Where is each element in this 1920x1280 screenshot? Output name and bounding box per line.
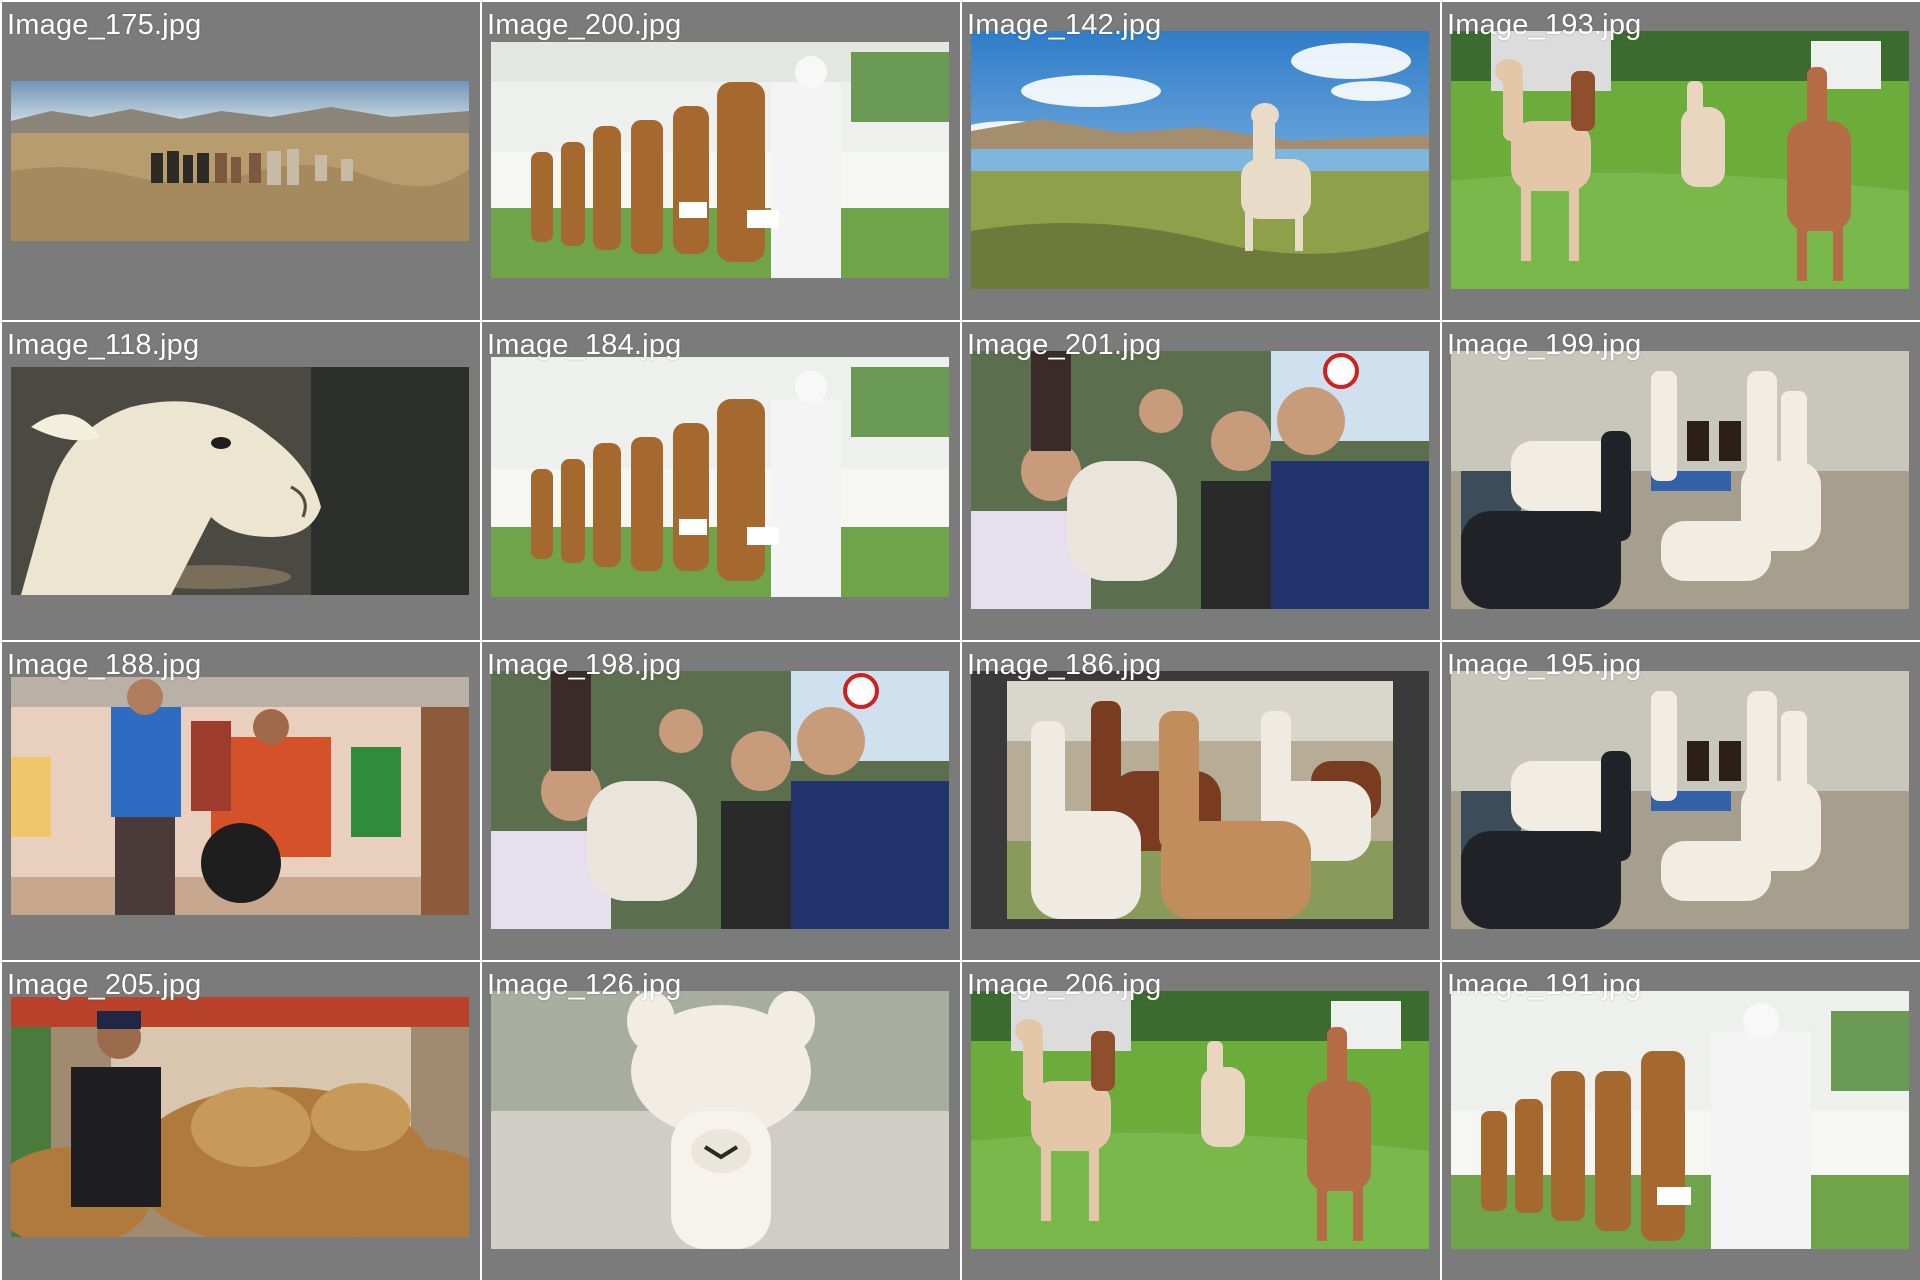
image-filename: Image_126.jpg	[487, 969, 682, 1001]
gallery-tile[interactable]: Image_188.jpg	[2, 642, 480, 960]
thumbnail-alpaca-group	[971, 671, 1429, 929]
gallery-tile[interactable]: Image_199.jpg	[1442, 322, 1920, 640]
thumbnail-crowd	[491, 671, 949, 929]
image-filename: Image_195.jpg	[1447, 649, 1642, 681]
thumbnail-show-ring	[491, 357, 949, 597]
gallery-tile[interactable]: Image_201.jpg	[962, 322, 1440, 640]
gallery-tile[interactable]: Image_200.jpg	[482, 2, 960, 320]
gallery-tile[interactable]: Image_142.jpg	[962, 2, 1440, 320]
image-filename: Image_199.jpg	[1447, 329, 1642, 361]
thumbnail-wool-market	[11, 997, 469, 1237]
image-filename: Image_201.jpg	[967, 329, 1162, 361]
gallery-tile[interactable]: Image_205.jpg	[2, 962, 480, 1280]
image-filename: Image_142.jpg	[967, 9, 1162, 41]
thumbnail-fluffy-alpaca	[491, 991, 949, 1249]
image-filename: Image_205.jpg	[7, 969, 202, 1001]
thumbnail-lake-landscape	[971, 31, 1429, 289]
thumbnail-herd-plains	[11, 81, 469, 241]
thumbnail-barn	[1451, 351, 1909, 609]
image-filename: Image_188.jpg	[7, 649, 202, 681]
image-filename: Image_200.jpg	[487, 9, 682, 41]
gallery-tile[interactable]: Image_206.jpg	[962, 962, 1440, 1280]
gallery-tile[interactable]: Image_198.jpg	[482, 642, 960, 960]
image-filename: Image_191.jpg	[1447, 969, 1642, 1001]
gallery-tile[interactable]: Image_191.jpg	[1442, 962, 1920, 1280]
thumbnail-green-pasture	[1451, 31, 1909, 289]
image-filename: Image_198.jpg	[487, 649, 682, 681]
thumbnail-barn	[1451, 671, 1909, 929]
gallery-tile[interactable]: Image_186.jpg	[962, 642, 1440, 960]
thumbnail-crowd	[971, 351, 1429, 609]
gallery-tile[interactable]: Image_184.jpg	[482, 322, 960, 640]
thumbnail-alpaca-closeup	[11, 367, 469, 595]
image-filename: Image_118.jpg	[7, 329, 200, 361]
thumbnail-show-ring	[1451, 991, 1909, 1249]
image-filename: Image_175.jpg	[7, 9, 202, 41]
thumbnail-weavers	[11, 677, 469, 915]
gallery-tile[interactable]: Image_195.jpg	[1442, 642, 1920, 960]
gallery-tile[interactable]: Image_175.jpg	[2, 2, 480, 320]
gallery-tile[interactable]: Image_118.jpg	[2, 322, 480, 640]
image-gallery-grid: Image_175.jpg Image_200.jpg Image_142.jp…	[0, 0, 1920, 1280]
gallery-tile[interactable]: Image_126.jpg	[482, 962, 960, 1280]
gallery-tile[interactable]: Image_193.jpg	[1442, 2, 1920, 320]
image-filename: Image_206.jpg	[967, 969, 1162, 1001]
image-filename: Image_193.jpg	[1447, 9, 1642, 41]
image-filename: Image_184.jpg	[487, 329, 682, 361]
thumbnail-show-ring	[491, 42, 949, 278]
thumbnail-green-pasture	[971, 991, 1429, 1249]
image-filename: Image_186.jpg	[967, 649, 1162, 681]
